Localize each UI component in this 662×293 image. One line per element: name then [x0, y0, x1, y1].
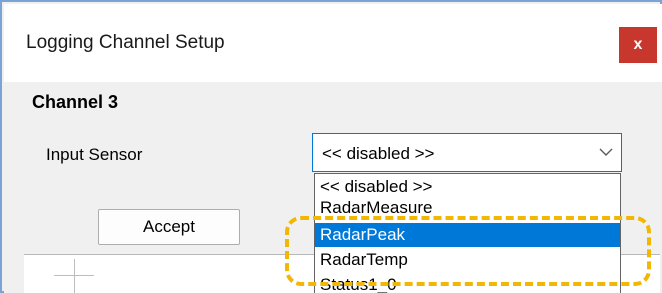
input-sensor-combobox[interactable]: << disabled >> [312, 133, 622, 172]
chevron-down-icon[interactable] [597, 144, 615, 160]
dropdown-option-radartemp[interactable]: RadarTemp [315, 248, 620, 272]
grid-divider [74, 259, 75, 293]
dialog-window: Logging Channel Setup x Channel 3 Input … [0, 0, 662, 293]
input-sensor-label: Input Sensor [46, 145, 143, 164]
input-sensor-dropdown-list: << disabled >> RadarMeasure RadarPeak Ra… [314, 173, 621, 293]
combobox-selected-value: << disabled >> [322, 144, 435, 163]
window-title: Logging Channel Setup [26, 32, 225, 53]
dropdown-option-radarmeasure[interactable]: RadarMeasure [315, 196, 620, 220]
close-button[interactable]: x [619, 27, 657, 63]
accept-button[interactable]: Accept [98, 209, 240, 245]
channel-heading: Channel 3 [32, 92, 119, 112]
title-bar: Logging Channel Setup x [4, 4, 662, 82]
dropdown-option-radarpeak[interactable]: RadarPeak [315, 223, 620, 247]
dropdown-option-status1-0[interactable]: Status1_0 [315, 273, 620, 293]
close-icon: x [633, 36, 643, 53]
grid-divider [54, 275, 94, 276]
